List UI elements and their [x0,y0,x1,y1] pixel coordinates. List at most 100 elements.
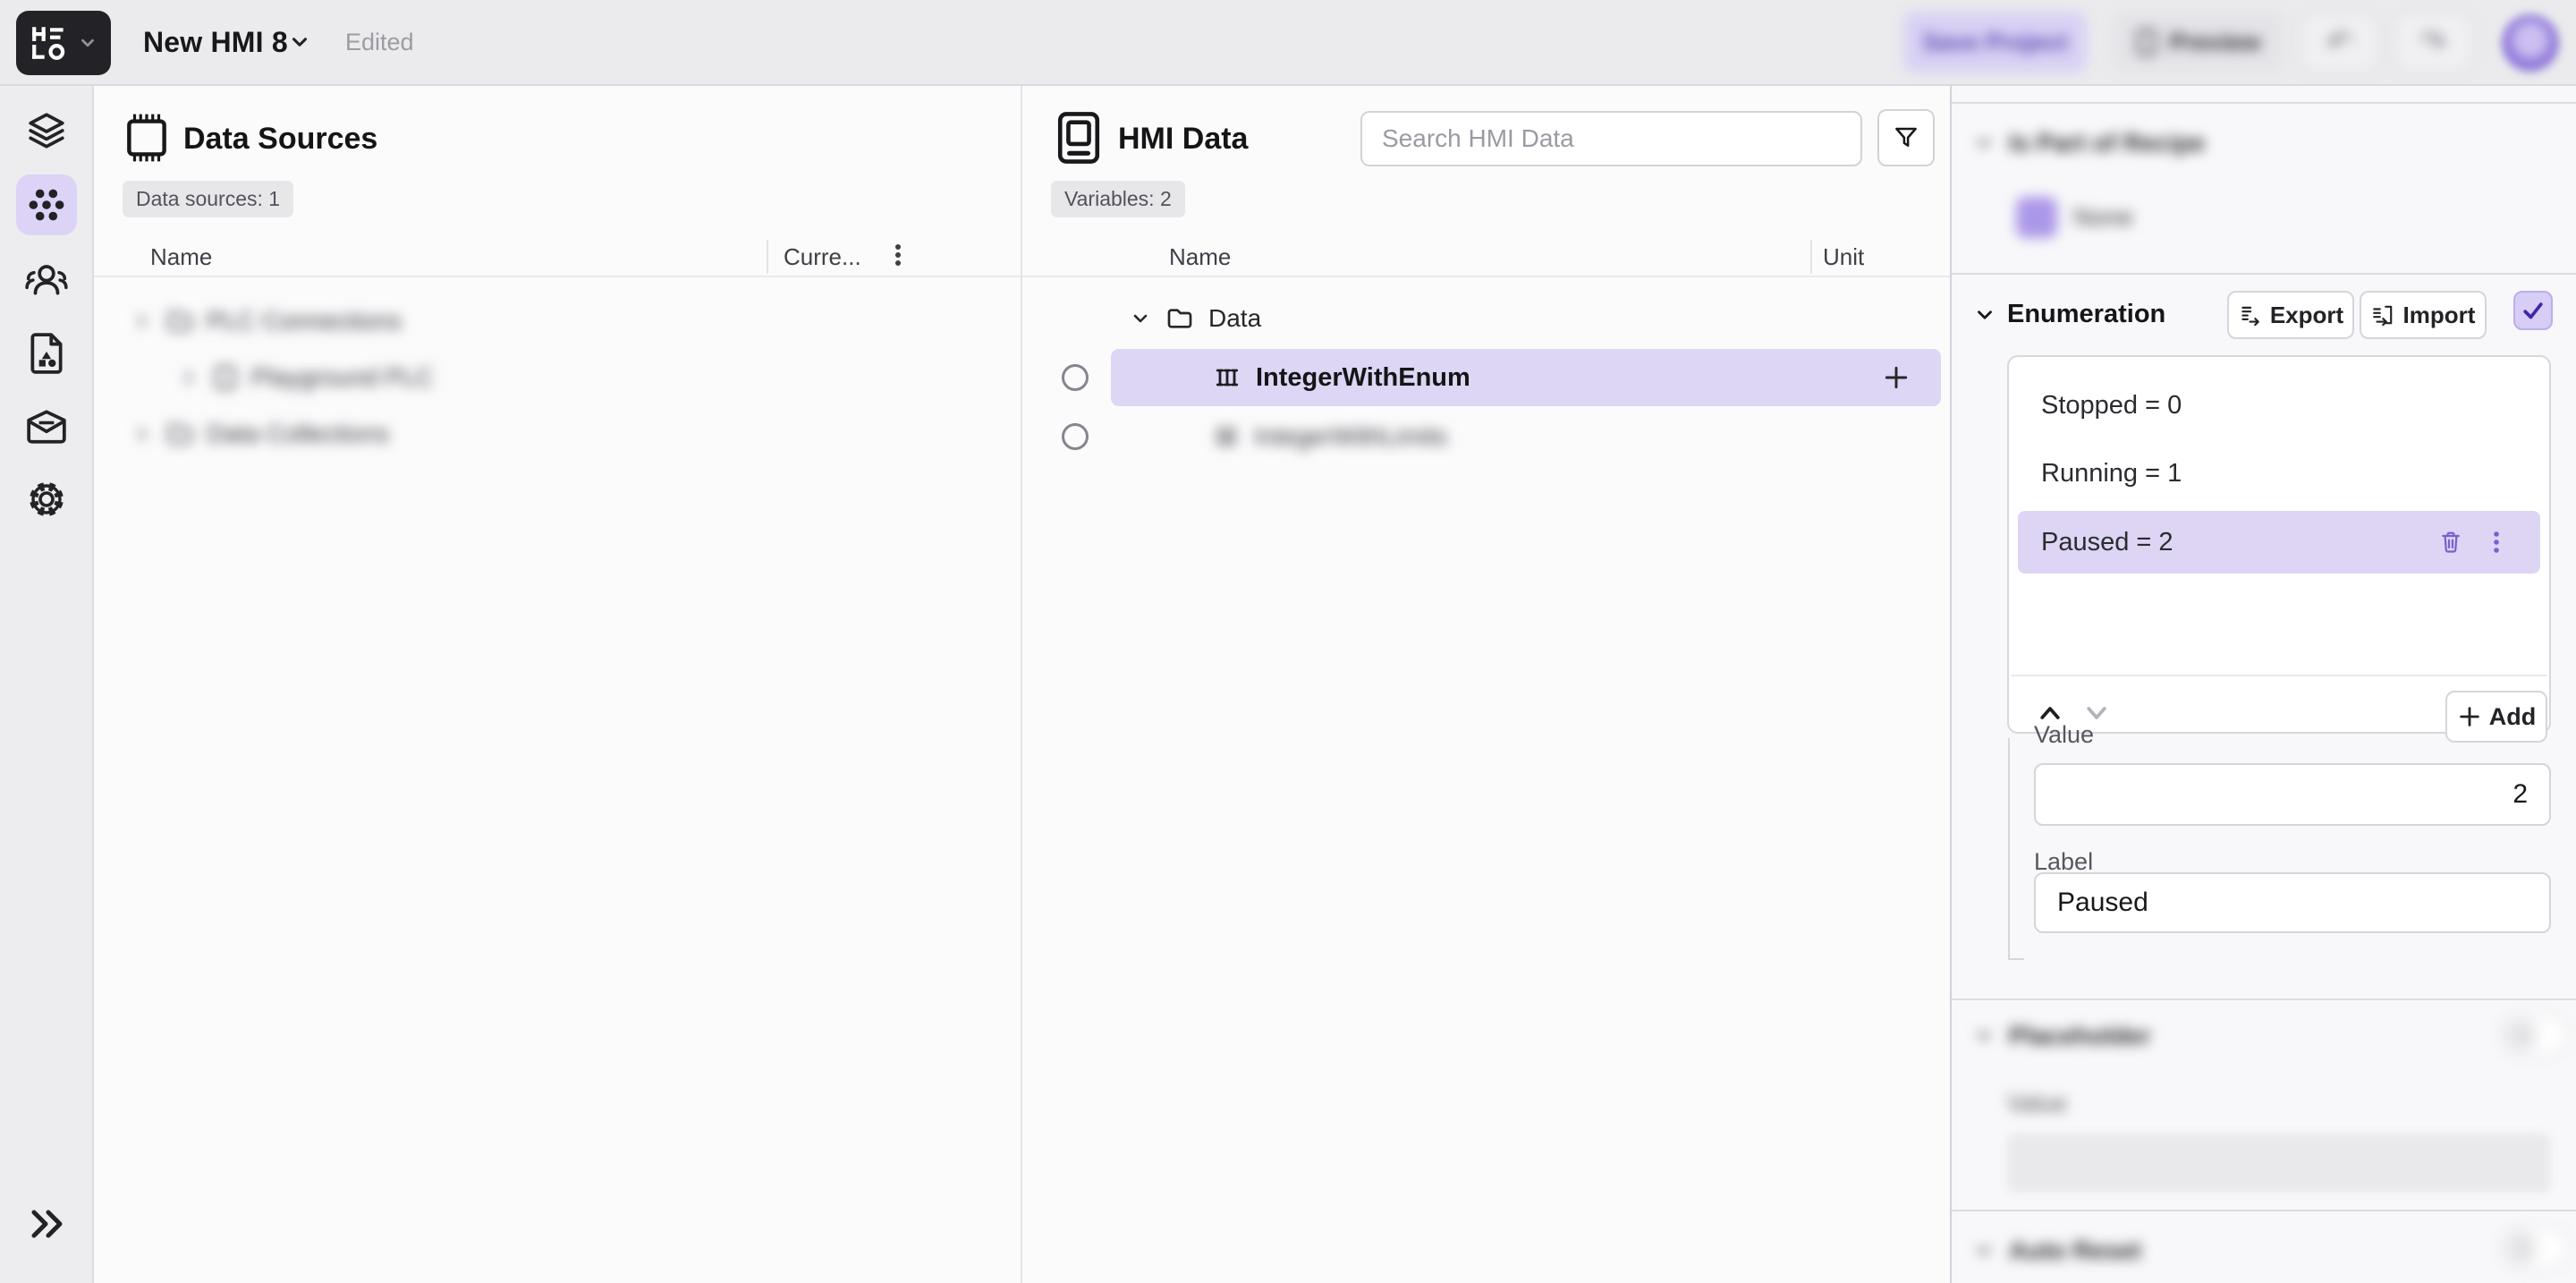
chevron-down-icon [1973,132,1995,154]
ds-row-plc-connections[interactable]: PLC Connections [131,293,402,349]
enum-item-stopped[interactable]: Stopped = 0 [2018,377,2540,434]
value-input[interactable] [2034,763,2551,826]
expand-rail-button[interactable] [21,1199,72,1249]
enum-item-running[interactable]: Running = 1 [2018,445,2540,502]
inspector-panel: Is Part of Recipe None Enumeration Expor… [1950,86,2576,1283]
hmi-data-title: HMI Data [1118,122,1248,157]
export-button-label: Export [2270,302,2343,329]
ds-row-playground-plc[interactable]: Playground PLC [178,350,434,405]
hmi-folder-label: Data [1208,304,1261,333]
app-logo-menu[interactable] [16,11,111,75]
sidebar-item-settings[interactable] [16,469,77,530]
section-divider [1952,102,2576,104]
file-image-icon [27,332,66,375]
placeholder-section-title: Placeholder [2009,1022,2151,1050]
dots-grid-icon [26,184,67,225]
enum-item-paused[interactable]: Paused = 2 [2018,511,2540,574]
check-icon [2520,297,2546,324]
hmi-folder-row-data[interactable]: Data [1130,292,1261,345]
redo-icon: ↷ [2420,25,2446,61]
helio-logo-icon [30,24,71,62]
sidebar-item-assets[interactable] [16,323,77,384]
enumeration-section-title: Enumeration [2007,300,2165,329]
recipe-section-header[interactable]: Is Part of Recipe [1973,129,2205,157]
hmi-row-radio[interactable] [1062,423,1089,450]
plc-module-icon [123,111,171,165]
save-project-button[interactable]: Save Project [1903,12,2087,72]
plc-module-icon [212,363,239,392]
import-icon [2371,303,2394,327]
hmi-row-radio[interactable] [1062,364,1089,391]
preview-button[interactable]: Preview [2113,12,2284,72]
filter-funnel-icon [1893,124,1919,151]
add-binding-icon[interactable] [1882,363,1911,392]
sidebar-item-components[interactable] [16,174,77,235]
folder-icon [1165,304,1194,333]
variables-count-badge: Variables: 2 [1051,181,1185,217]
hmi-data-panel: HMI Data Variables: 2 Name Unit Data [1021,86,1950,1283]
value-field-label: Value [2034,721,2094,749]
ds-row-label: PLC Connections [207,307,402,336]
toggle-knob [2506,1233,2537,1263]
app-root: New HMI 8 Edited Save Project Preview ↶ … [0,0,2576,1283]
label-input[interactable] [2034,872,2551,933]
undo-button[interactable]: ↶ [2301,13,2378,72]
filter-button[interactable] [1877,109,1935,166]
export-icon [2238,303,2261,327]
folder-icon [165,420,194,448]
auto-reset-toggle[interactable] [2501,1228,2569,1269]
user-avatar[interactable] [2502,14,2559,72]
mail-icon [25,409,68,445]
chevron-right-icon [178,367,199,388]
ds-row-data-collections[interactable]: Data Collections [131,406,389,462]
enum-item-label: Running = 1 [2041,459,2182,489]
sidebar-item-feedback[interactable] [16,396,77,457]
kebab-menu-icon [885,240,911,270]
hmi-column-name: Name [1169,243,1231,271]
chevron-down-icon[interactable] [1130,308,1151,329]
enum-item-menu-icon[interactable] [2485,529,2508,556]
enumeration-enabled-checkbox[interactable] [2513,291,2553,330]
placeholder-toggle[interactable] [2501,1015,2569,1056]
enum-footer-divider [2011,675,2547,676]
hmi-column-unit: Unit [1823,243,1864,271]
hmi-row-label: IntegerWithLimits [1254,422,1447,451]
device-icon [2135,29,2158,55]
placeholder-value-input [2007,1134,2551,1193]
data-sources-count-badge: Data sources: 1 [123,181,293,217]
search-input[interactable] [1360,111,1862,166]
ds-row-label: Playground PLC [251,363,434,392]
project-title[interactable]: New HMI 8 [143,0,288,84]
hmi-row-integerwithlimits[interactable]: IntegerWithLimits [1213,410,1447,463]
ds-columns-menu-button[interactable] [885,240,911,273]
add-enum-item-button[interactable]: Add [2445,691,2547,743]
placeholder-section-header[interactable]: Placeholder [1973,1022,2151,1050]
hmi-row-integerwithenum[interactable]: IntegerWithEnum [1111,349,1941,406]
hmi-row-label: IntegerWithEnum [1256,363,1470,393]
export-button[interactable]: Export [2227,291,2354,339]
add-button-label: Add [2489,703,2536,731]
redo-button[interactable]: ↷ [2394,13,2472,72]
enum-item-label: Paused = 2 [2041,528,2174,557]
sidebar-item-users[interactable] [16,249,77,310]
toggle-knob [2506,1020,2537,1050]
enumeration-list: Stopped = 0 Running = 1 Paused = 2 [2007,355,2551,734]
recipe-value: None [2073,203,2133,232]
ds-row-label: Data Collections [207,420,389,448]
plus-icon [2457,704,2482,729]
delete-enum-item-icon[interactable] [2438,529,2463,556]
sidebar-item-layers[interactable] [16,100,77,161]
undo-icon: ↶ [2326,25,2352,61]
import-button[interactable]: Import [2360,291,2487,339]
chevron-down-icon[interactable] [1973,303,1996,327]
layers-icon [26,110,67,151]
integer-type-icon [1213,423,1240,450]
auto-reset-section-header[interactable]: Auto Reset [1973,1236,2141,1265]
gear-icon [25,478,68,521]
recipe-value-row[interactable]: None [2016,197,2133,238]
ds-column-name: Name [150,243,212,271]
project-title-chevron-icon[interactable] [288,30,311,54]
section-divider [1952,1210,2576,1211]
chevron-down-icon [1973,1240,1995,1262]
chevron-right-icon [131,310,153,332]
